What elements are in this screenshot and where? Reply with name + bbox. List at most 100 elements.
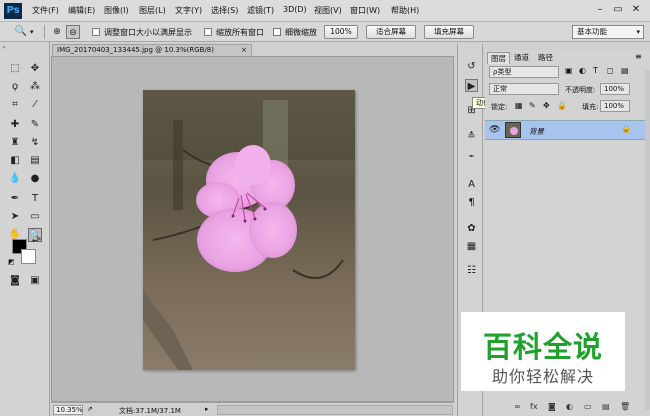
panel-scrollbar[interactable]	[645, 70, 650, 410]
tools-panel: » ⬚ ✥ ϙ ⁂ ⌗ ⁄ ✚ ✎ ♜ ↯ ◧ ▤ 💧 ● ✒ T ➤ ▭ ✋ …	[0, 42, 50, 416]
add-mask-icon[interactable]: ◙	[548, 402, 556, 411]
swatches-panel-icon[interactable]: ▦	[465, 240, 478, 253]
layer-thumbnail	[505, 122, 521, 138]
menu-type[interactable]: 文字(Y)	[175, 5, 202, 16]
minimize-button[interactable]: –	[592, 3, 608, 17]
rectangle-tool-icon[interactable]: ▭	[28, 210, 42, 224]
history-brush-tool-icon[interactable]: ↯	[28, 136, 42, 150]
move-tool-icon[interactable]: ✥	[28, 62, 42, 76]
watermark: 百科全说 助你轻松解决	[461, 312, 625, 391]
lock-position-icon[interactable]: ✥	[543, 101, 550, 110]
styles-panel-icon[interactable]: ✿	[465, 222, 478, 235]
eraser-tool-icon[interactable]: ◧	[8, 154, 22, 168]
filter-type-icon[interactable]: T	[593, 66, 598, 75]
zoom-in-icon[interactable]: ⊕	[50, 25, 64, 39]
export-icon[interactable]: ⇗	[87, 405, 93, 413]
gradient-tool-icon[interactable]: ▤	[28, 154, 42, 168]
tab-layers[interactable]: 图层	[487, 52, 510, 64]
resize-windows-label: 调整窗口大小以满屏显示	[104, 28, 192, 37]
character-panel-icon[interactable]: A	[465, 178, 478, 191]
blend-mode-select[interactable]: 正常	[489, 83, 559, 95]
workspace-select-value: 基本功能	[577, 27, 607, 36]
brush-panel-icon[interactable]: ⌁	[465, 150, 478, 163]
status-menu-arrow-icon[interactable]: ▸	[205, 405, 209, 413]
menu-select[interactable]: 选择(S)	[211, 5, 238, 16]
lasso-tool-icon[interactable]: ϙ	[8, 80, 22, 94]
scrubby-zoom-checkbox[interactable]	[273, 28, 281, 36]
resize-windows-checkbox[interactable]	[92, 28, 100, 36]
filter-adjustment-icon[interactable]: ◐	[579, 66, 586, 75]
dodge-tool-icon[interactable]: ●	[28, 172, 42, 186]
lock-transparent-icon[interactable]: ▦	[515, 101, 523, 110]
filter-smart-icon[interactable]: ▤	[621, 66, 629, 75]
clone-stamp-tool-icon[interactable]: ♜	[8, 136, 22, 150]
panel-menu-icon[interactable]: ≡	[635, 52, 642, 61]
document-tab[interactable]: IMG_20170403_133445.jpg @ 10.3%(RGB/8) ×	[52, 44, 252, 56]
lock-all-icon[interactable]: 🔒	[557, 101, 567, 110]
screen-mode-icon[interactable]: ▣	[28, 274, 42, 288]
history-panel-icon[interactable]: ↺	[465, 60, 478, 73]
new-layer-icon[interactable]: ▤	[602, 402, 610, 411]
default-colors-icon[interactable]: ◩	[8, 258, 15, 266]
zoom-out-icon[interactable]: ⊖	[66, 25, 80, 39]
layer-row-background[interactable]: 👁 背景 🔒	[485, 120, 645, 140]
lock-pixels-icon[interactable]: ✎	[529, 101, 536, 110]
delete-layer-icon[interactable]: 🗑	[620, 402, 630, 411]
filter-shape-icon[interactable]: ◻	[607, 66, 614, 75]
zoom-level-field[interactable]: 10.35%	[53, 405, 83, 415]
fill-screen-button[interactable]: 填充屏幕	[424, 25, 474, 39]
close-button[interactable]: ✕	[628, 3, 644, 17]
horizontal-scrollbar[interactable]	[217, 405, 453, 415]
close-tab-icon[interactable]: ×	[241, 45, 247, 56]
menu-image[interactable]: 图像(I)	[104, 5, 129, 16]
zoom-all-windows-checkbox[interactable]	[204, 28, 212, 36]
path-selection-tool-icon[interactable]: ➤	[8, 210, 22, 224]
zoom-tool-icon[interactable]: 🔍	[14, 25, 28, 39]
menu-window[interactable]: 窗口(W)	[350, 5, 380, 16]
filter-pixel-icon[interactable]: ▣	[565, 66, 573, 75]
menu-view[interactable]: 视图(V)	[314, 5, 342, 16]
menu-file[interactable]: 文件(F)	[32, 5, 59, 16]
tab-paths[interactable]: 路径	[535, 52, 556, 64]
layer-filter-select[interactable]: ρ类型	[489, 66, 559, 78]
type-tool-icon[interactable]: T	[28, 192, 42, 206]
menu-3d[interactable]: 3D(D)	[283, 5, 307, 14]
pen-tool-icon[interactable]: ✒	[8, 192, 22, 206]
menu-layer[interactable]: 图层(L)	[139, 5, 166, 16]
blend-mode-value: 正常	[493, 85, 507, 93]
layer-style-icon[interactable]: fx	[530, 402, 538, 411]
swap-colors-icon[interactable]: ↩	[32, 236, 39, 245]
marquee-tool-icon[interactable]: ⬚	[8, 62, 22, 76]
eyedropper-tool-icon[interactable]: ⁄	[28, 98, 42, 112]
fit-screen-button[interactable]: 适合屏幕	[366, 25, 416, 39]
paragraph-panel-icon[interactable]: ¶	[465, 196, 478, 209]
document-image[interactable]	[143, 90, 355, 370]
adjustments-panel-icon[interactable]: ≛	[465, 130, 478, 143]
new-group-icon[interactable]: ▭	[584, 402, 592, 411]
magic-wand-tool-icon[interactable]: ⁂	[28, 80, 42, 94]
chevron-down-icon: ▾	[636, 28, 640, 36]
layer-name[interactable]: 背景	[529, 126, 544, 137]
tab-channels[interactable]: 通道	[511, 52, 532, 64]
tool-preset-chevron-icon[interactable]: ▾	[30, 28, 34, 36]
link-layers-icon[interactable]: ∞	[514, 402, 521, 411]
collapse-arrows-icon[interactable]: »	[2, 44, 6, 51]
fill-field[interactable]: 100%	[600, 100, 630, 112]
actions-panel-icon[interactable]: ▶	[465, 79, 478, 92]
adjustment-layer-icon[interactable]: ◐	[566, 402, 573, 411]
background-color-swatch[interactable]	[21, 249, 36, 264]
menu-help[interactable]: 帮助(H)	[391, 5, 419, 16]
zoom-100-button[interactable]: 100%	[324, 25, 358, 39]
crop-tool-icon[interactable]: ⌗	[8, 98, 22, 112]
quick-mask-icon[interactable]: ◙	[8, 274, 22, 288]
brush-tool-icon[interactable]: ✎	[28, 118, 42, 132]
healing-brush-tool-icon[interactable]: ✚	[8, 118, 22, 132]
restore-button[interactable]: ▭	[610, 3, 626, 17]
eye-icon[interactable]: 👁	[489, 125, 500, 135]
blur-tool-icon[interactable]: 💧	[8, 172, 22, 186]
info-panel-icon[interactable]: ☷	[465, 264, 478, 277]
menu-filter[interactable]: 滤镜(T)	[247, 5, 274, 16]
opacity-field[interactable]: 100%	[600, 83, 630, 95]
menu-edit[interactable]: 编辑(E)	[68, 5, 95, 16]
workspace-select[interactable]: 基本功能 ▾	[572, 25, 644, 39]
